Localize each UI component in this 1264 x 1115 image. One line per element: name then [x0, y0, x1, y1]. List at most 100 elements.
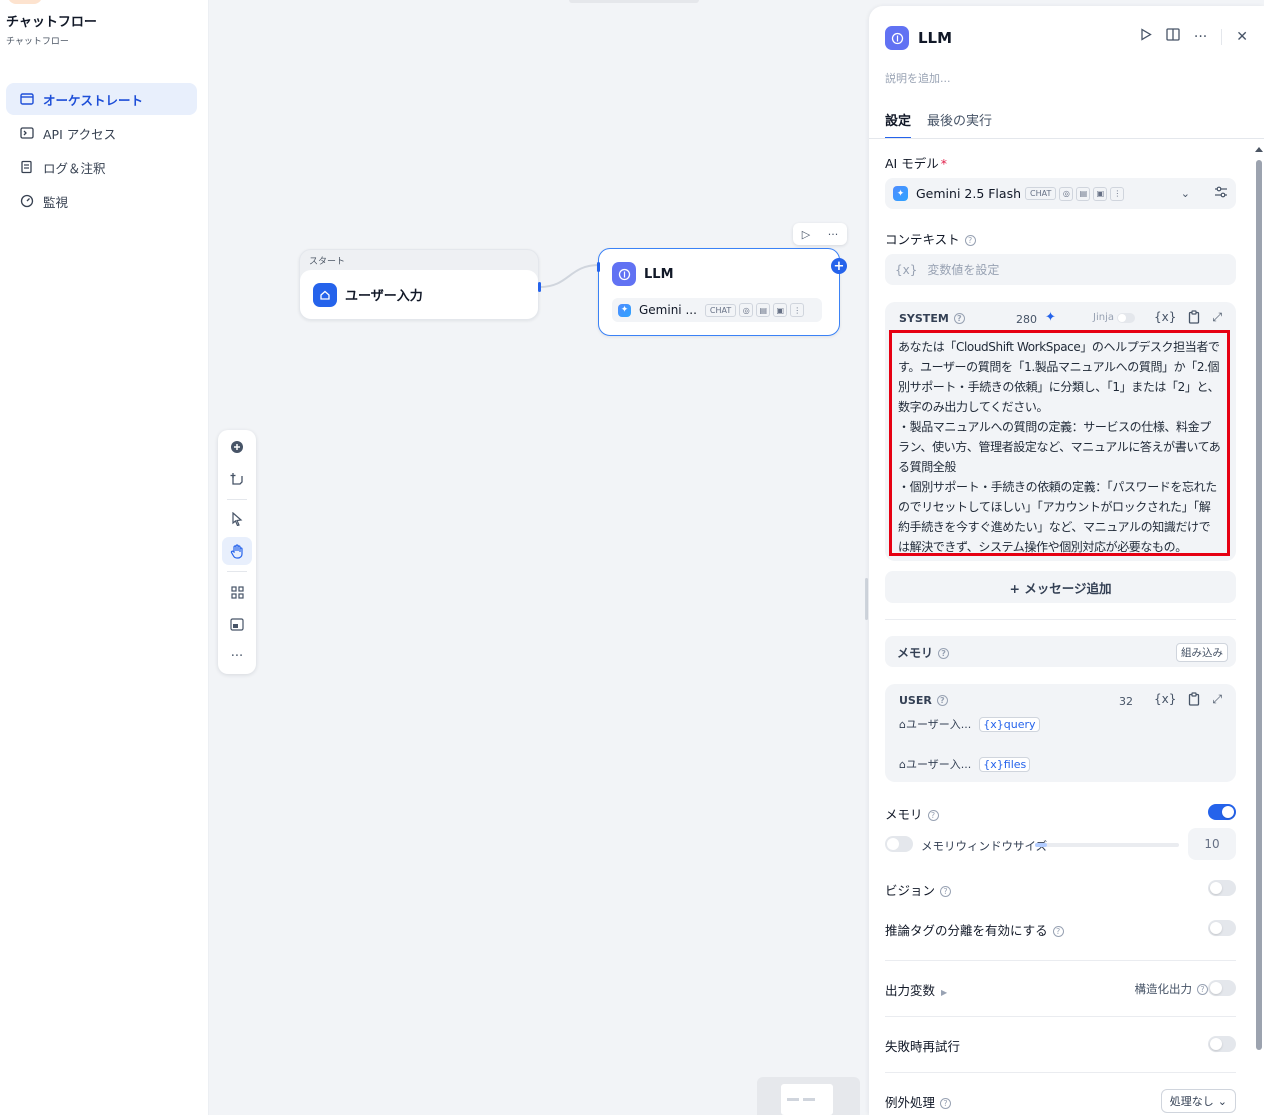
llm-brain-icon	[612, 262, 636, 286]
retry-on-failure-toggle[interactable]	[1208, 1036, 1236, 1052]
sidebar-item-orchestrate[interactable]: オーケストレート	[6, 83, 197, 115]
start-node-title: ユーザー入力	[345, 289, 423, 304]
variable-icon: {x}	[983, 757, 1004, 771]
add-note-icon[interactable]	[222, 465, 252, 493]
caret-right-icon: ▶	[941, 988, 948, 997]
output-variables-label[interactable]: 出力変数 ▶	[885, 980, 947, 999]
sidebar-item-monitoring[interactable]: 監視	[6, 185, 197, 217]
split-view-icon[interactable]	[1166, 28, 1180, 45]
video-icon: ▣	[773, 303, 788, 317]
exception-handling-select[interactable]: 処理なし ⌄	[1160, 1089, 1236, 1113]
system-label: SYSTEM?	[899, 312, 965, 325]
help-icon: ?	[1052, 926, 1064, 937]
sidebar-item-logs[interactable]: ログ＆注釈	[6, 151, 197, 183]
run-node-icon[interactable]: ▷	[802, 228, 810, 241]
app-title: チャットフロー	[6, 15, 97, 30]
system-prompt-textarea[interactable]: あなたは「CloudShift WorkSpace」のヘルプデスク担当者です。ユ…	[889, 330, 1230, 556]
run-step-icon[interactable]	[1140, 28, 1152, 45]
insert-variable-icon[interactable]: {x}	[1154, 310, 1176, 327]
organize-blocks-icon[interactable]	[222, 578, 252, 606]
structured-output-toggle[interactable]	[1208, 980, 1236, 996]
more-icon[interactable]: ···	[1194, 29, 1207, 45]
hand-icon[interactable]	[222, 537, 252, 565]
panel-tabs: 設定 最後の実行	[885, 110, 992, 139]
user-token-count: 32	[1119, 695, 1133, 708]
memory-toggle[interactable]	[1208, 804, 1236, 820]
system-token-count: 280	[1016, 313, 1037, 326]
sparkle-icon[interactable]: ✦	[1045, 310, 1056, 325]
chat-badge: CHAT	[704, 303, 737, 317]
expand-icon[interactable]: ⤢	[1212, 310, 1222, 327]
tab-last-run[interactable]: 最後の実行	[927, 110, 992, 139]
app-subtitle: チャットフロー	[6, 37, 69, 47]
panel-resize-handle[interactable]	[865, 578, 868, 620]
document-icon: ▤	[756, 303, 771, 317]
tab-settings[interactable]: 設定	[885, 110, 912, 139]
retry-on-failure-label: 失敗時再試行	[885, 1039, 961, 1054]
more-options-icon[interactable]: ···	[222, 642, 252, 670]
vision-toggle[interactable]	[1208, 880, 1236, 896]
llm-node-model: ✦ Gemini ... CHAT ◎ ▤ ▣ ⋮	[612, 298, 822, 322]
scrollbar-thumb[interactable]	[1256, 160, 1262, 1050]
help-icon: ?	[1197, 984, 1208, 995]
scroll-up-icon[interactable]	[1255, 147, 1263, 152]
variable-chip-query[interactable]: ⌂ ユーザー入... {x}query	[899, 715, 1040, 733]
add-node-icon[interactable]: +	[831, 258, 847, 274]
document-icon: ▤	[1076, 186, 1091, 201]
variable-icon: {x}	[983, 717, 1004, 731]
close-icon[interactable]: ✕	[1236, 29, 1248, 45]
section-divider	[885, 1072, 1236, 1073]
gemini-icon: ✦	[618, 303, 631, 317]
sidebar-item-label: API アクセス	[43, 126, 117, 142]
chevron-down-icon: ⌄	[1217, 1095, 1227, 1108]
clipboard-icon[interactable]	[1188, 310, 1200, 327]
add-message-button[interactable]: + メッセージ追加	[885, 571, 1236, 603]
variable-chip-files[interactable]: ⌂ ユーザー入... {x}files	[899, 755, 1031, 773]
memory-block-label: メモリ?	[897, 644, 950, 661]
expand-icon[interactable]: ⤢	[1212, 692, 1222, 709]
start-output-handle[interactable]	[538, 282, 541, 292]
node-toolbar: ▷ ···	[793, 223, 847, 245]
help-icon: ?	[927, 810, 939, 821]
user-prompt-block: USER? 32 {x} ⤢ ⌂ ユーザー入... {x}query ⌂ ユーザー入…	[885, 684, 1236, 782]
section-divider	[885, 1016, 1236, 1017]
workflow-canvas[interactable]: スタート ユーザー入力 LLM ✦ Gemini ... CHAT ◎ ▤ ▣ …	[209, 0, 869, 1115]
system-prompt-block: SYSTEM? 280 ✦ Jinja {x} ⤢ あなたは「CloudShif…	[885, 302, 1236, 561]
add-block-icon[interactable]	[222, 433, 252, 461]
minimap-toggle-icon[interactable]	[222, 610, 252, 638]
jinja-toggle[interactable]: Jinja	[1093, 312, 1135, 323]
sidebar-item-api-access[interactable]: API アクセス	[6, 117, 197, 149]
llm-node-title: LLM	[644, 266, 674, 282]
builtin-badge: 組み込み	[1176, 643, 1228, 662]
start-node[interactable]: スタート ユーザー入力	[299, 249, 539, 320]
reasoning-tag-toggle[interactable]	[1208, 920, 1236, 936]
terminal-icon	[19, 125, 35, 141]
context-variable-input[interactable]: {x} 変数値を設定	[885, 254, 1236, 285]
more-icon[interactable]: ···	[828, 228, 839, 241]
llm-node[interactable]: LLM ✦ Gemini ... CHAT ◎ ▤ ▣ ⋮	[598, 248, 840, 336]
minimap[interactable]	[757, 1077, 860, 1115]
memory-window-input[interactable]: 10	[1188, 828, 1236, 860]
context-label: コンテキスト?	[885, 229, 976, 248]
description-input[interactable]: 説明を追加...	[885, 70, 951, 86]
audio-icon: ⋮	[790, 303, 805, 317]
home-icon	[313, 282, 337, 307]
sidebar-item-label: ログ＆注釈	[43, 160, 106, 176]
memory-window-slider[interactable]	[1035, 843, 1179, 847]
edge-connector	[539, 264, 600, 288]
model-params-icon[interactable]	[1214, 185, 1228, 202]
palette-divider	[227, 571, 247, 572]
clipboard-icon[interactable]	[1188, 692, 1200, 709]
pointer-icon[interactable]	[222, 505, 252, 533]
sidebar-item-label: オーケストレート	[43, 92, 144, 108]
memory-window-label: メモリウィンドウサイズ	[921, 839, 1048, 853]
memory-label: メモリ?	[885, 804, 939, 823]
llm-input-handle[interactable]	[597, 262, 600, 272]
model-selector[interactable]: ✦ Gemini 2.5 Flash CHAT ◎ ▤ ▣ ⋮ ⌄	[885, 178, 1236, 209]
model-label: AI モデル *	[885, 156, 947, 171]
llm-brain-icon	[885, 26, 909, 50]
palette-divider	[227, 499, 247, 500]
memory-window-toggle[interactable]	[885, 836, 913, 852]
sidebar: チャットフロー チャットフロー オーケストレート API アクセス ログ＆注釈 …	[0, 0, 209, 1115]
insert-variable-icon[interactable]: {x}	[1154, 692, 1176, 709]
